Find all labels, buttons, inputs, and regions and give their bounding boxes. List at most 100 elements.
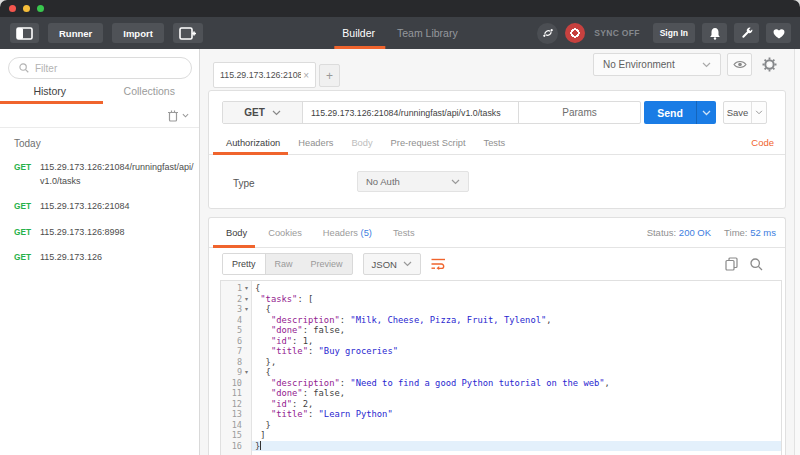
response-status: Status: 200 OK Time: 52 ms [647,227,776,238]
body-label: Body [351,138,372,148]
wrap-lines-icon[interactable] [431,258,446,270]
app-toolbar: Runner Import Builder Team Library [0,17,800,49]
filter-input[interactable]: Filter [8,57,192,79]
import-label: Import [123,28,153,39]
headers-count: (5) [361,228,372,238]
sidebar-toggle-button[interactable] [10,23,39,43]
history-item[interactable]: GET 115.29.173.126:8998 [14,226,199,240]
environment-select[interactable]: No Environment [593,53,721,76]
chevron-down-icon[interactable] [182,113,189,118]
tab-body[interactable]: Body [351,131,372,154]
tab-authorization[interactable]: Authorization [226,131,280,154]
history-item[interactable]: GET 115.29.173.126 [14,251,199,265]
environment-settings-button[interactable] [757,53,781,76]
code-link[interactable]: Code [751,137,774,148]
response-tabs: Body Cookies Headers (5) Tests Status: 2… [209,218,785,248]
save-options-caret[interactable] [751,102,766,123]
response-card: Body Cookies Headers (5) Tests Status: 2… [208,217,786,455]
tab-response-headers[interactable]: Headers (5) [323,218,372,247]
runner-button[interactable]: Runner [48,23,103,43]
tab-tests[interactable]: Tests [484,131,506,154]
gear-icon [762,57,777,72]
send-button[interactable]: Send [644,101,716,124]
prerequest-label: Pre-request Script [391,138,466,148]
history-tab-underline [0,101,103,104]
history-url: 115.29.173.126:21084 [40,200,196,214]
response-body-label: Body [226,228,247,238]
code-lines: { "tasks": [ { "description": "Milk, Che… [252,281,781,455]
send-options-caret[interactable] [696,101,716,124]
params-button[interactable]: Params [518,102,640,123]
sync-status-icon[interactable] [565,23,585,43]
zoom-window-button[interactable] [37,5,44,12]
main-area: 115.29.173.126:2108 × + No Environment [200,49,800,455]
notifications-button[interactable] [702,23,727,43]
tab-headers[interactable]: Headers [298,131,333,154]
team-library-label: Team Library [397,27,458,39]
request-tab[interactable]: 115.29.173.126:2108 × [213,62,316,88]
tab-history[interactable]: History [0,81,100,101]
language-select[interactable]: JSON [363,253,421,275]
close-tab-icon[interactable]: × [301,70,309,81]
tab-team-library[interactable]: Team Library [397,17,458,49]
auth-type-value: No Auth [366,176,400,187]
tab-response-body[interactable]: Body [226,218,247,247]
tab-collections[interactable]: Collections [100,81,200,101]
view-pretty-button[interactable]: Pretty [223,254,266,274]
method-badge: GET [14,251,40,265]
tab-cookies[interactable]: Cookies [268,218,302,247]
history-item[interactable]: GET 115.29.173.126:21084/runningfast/api… [14,161,199,188]
history-item[interactable]: GET 115.29.173.126:21084 [14,200,199,214]
interceptor-button[interactable] [537,23,558,44]
search-icon [19,63,29,73]
tests-label: Tests [484,138,506,148]
search-icon[interactable] [750,258,763,271]
auth-type-select[interactable]: No Auth [357,171,469,192]
settings-button[interactable] [734,23,759,43]
method-select[interactable]: GET [223,102,303,123]
language-value: JSON [372,259,397,270]
environment-preview-button[interactable] [727,53,752,76]
chevron-down-icon [403,261,412,267]
postman-window: Runner Import Builder Team Library [0,0,800,455]
method-badge: GET [14,226,40,240]
status-label: Status: [647,227,677,238]
trash-icon[interactable] [167,109,179,122]
request-builder-card: GET 115.29.173.126:21084/runningfast/api… [208,90,786,209]
tab-prerequest-script[interactable]: Pre-request Script [391,131,466,154]
chevron-down-icon [451,179,460,185]
chevron-down-icon [702,62,711,68]
minimize-window-button[interactable] [23,5,30,12]
authorization-label: Authorization [226,138,280,148]
url-input[interactable]: 115.29.173.126:21084/runningfast/api/v1.… [303,102,518,123]
code-gutter: 1▾2▾3▾456789▾10111213141516 [221,281,252,455]
response-tests-label: Tests [393,228,415,238]
auth-type-label: Type [233,178,255,189]
heart-icon [773,28,785,39]
sign-in-button[interactable]: Sign In [653,23,695,43]
tab-builder[interactable]: Builder [342,17,375,49]
response-body-editor[interactable]: 1▾2▾3▾456789▾10111213141516 { "tasks": [… [220,280,782,455]
request-tab-label: 115.29.173.126:2108 [220,70,301,80]
history-url: 115.29.173.126:21084/runningfast/api/v1.… [40,161,196,188]
runner-label: Runner [59,28,92,39]
tab-response-tests[interactable]: Tests [393,218,415,247]
close-window-button[interactable] [9,5,16,12]
favorites-button[interactable] [766,23,791,43]
history-url: 115.29.173.126 [40,251,196,265]
send-label: Send [644,101,696,124]
method-value: GET [244,107,265,118]
view-raw-button[interactable]: Raw [266,254,302,274]
import-button[interactable]: Import [112,23,164,43]
copy-icon[interactable] [725,257,738,271]
method-badge: GET [14,200,40,214]
save-button[interactable]: Save [723,101,767,124]
new-tab-button[interactable]: + [319,64,340,87]
history-label: History [33,85,66,97]
cookies-label: Cookies [268,228,302,238]
new-window-button[interactable] [173,23,203,43]
view-preview-button[interactable]: Preview [302,254,352,274]
collections-label: Collections [124,85,175,97]
request-tabs: Authorization Headers Body Pre-request S… [209,131,785,155]
response-toolbar: Pretty Raw Preview JSON [209,248,785,280]
